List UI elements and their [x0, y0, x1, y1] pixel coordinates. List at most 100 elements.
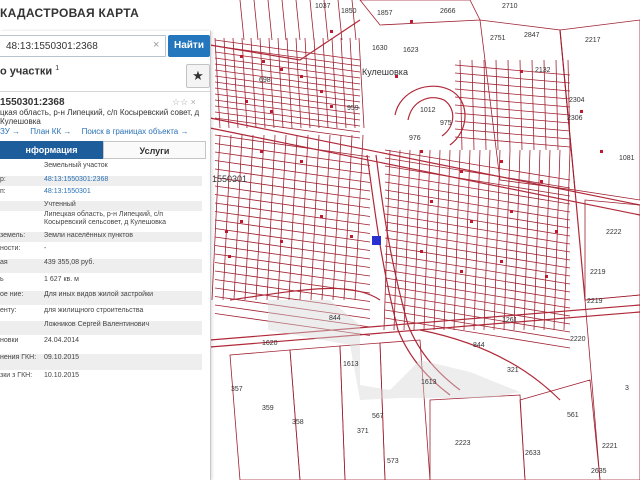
parcel-label: 358 [292, 419, 304, 426]
building-marker [300, 160, 303, 163]
attribute-value: 24.04.2014 [44, 337, 80, 344]
rating-close-icons[interactable]: ☆☆ × [172, 97, 196, 108]
attribute-key: нения ГКН: [0, 354, 37, 361]
attribute-value: 439 355,08 руб. [44, 259, 95, 266]
parcel-label: 2635 [591, 468, 607, 475]
attribute-row: Земельный участок [0, 162, 202, 172]
building-marker [540, 180, 543, 183]
parcel-label: 371 [357, 428, 369, 435]
building-marker [330, 105, 333, 108]
parcel-label: 567 [372, 413, 384, 420]
building-marker [410, 20, 413, 23]
link-zu[interactable]: ЗУ → [0, 127, 20, 136]
tab-services[interactable]: Услуги [103, 141, 206, 159]
parcel-links: ЗУ → План КК → Поиск в границах объекта … [0, 127, 196, 136]
building-marker [600, 150, 603, 153]
attribute-row: ь 1 627 кв. м [0, 276, 202, 290]
link-plan-kk[interactable]: План КК → [30, 127, 71, 136]
building-marker [240, 220, 243, 223]
attribute-row: ности: - [0, 245, 202, 255]
parcel-label: 2219 [590, 269, 606, 276]
parcel-label: 2666 [440, 8, 456, 15]
building-marker [510, 210, 513, 213]
parcel-label: 1850 [341, 8, 357, 15]
parcel-label: 2304 [569, 97, 585, 104]
parcel-label: 359 [262, 405, 274, 412]
section-title: о участки [0, 65, 53, 78]
link-search-in-bounds[interactable]: Поиск в границах объекта → [82, 127, 189, 136]
search-input[interactable]: 48:13:1550301:2368 [0, 35, 166, 57]
attribute-value: - [44, 245, 47, 252]
favorite-star-icon[interactable]: ★ [186, 64, 210, 88]
attribute-row: нения ГКН: 09.10.2015 [0, 354, 202, 370]
parcel-label: 975 [440, 120, 452, 127]
building-marker [350, 235, 353, 238]
parcel-label: 1613 [421, 379, 437, 386]
attribute-link[interactable]: 48:13:1550301 [44, 188, 196, 196]
attribute-row: Ложников Сергей Валентинович [0, 321, 202, 335]
parcel-label: 1630 [372, 45, 388, 52]
attribute-row: Липецкая область, р-н Липецкий, с/п Косы… [0, 211, 202, 231]
building-marker [555, 230, 558, 233]
building-marker [420, 250, 423, 253]
building-marker [500, 160, 503, 163]
building-marker [260, 150, 263, 153]
parcel-label: 3 [625, 385, 629, 392]
info-panel: 48:13:1550301:2368 × Найти о участки 1 ★… [0, 31, 211, 480]
attribute-row: Учтенный [0, 201, 202, 211]
attribute-key: ое ние: [0, 291, 24, 298]
building-marker [420, 150, 423, 153]
attribute-key: п: [0, 188, 6, 195]
parcel-label: 2221 [602, 443, 618, 450]
selected-parcel-marker[interactable] [372, 236, 381, 245]
attribute-value: 09.10.2015 [44, 354, 80, 361]
building-marker [545, 275, 548, 278]
parcel-label: 2751 [490, 35, 506, 42]
attribute-row: ая 439 355,08 руб. [0, 259, 202, 273]
locality-label: Кулешовка [362, 67, 408, 77]
building-marker [500, 260, 503, 263]
attribute-key: енту: [0, 307, 17, 314]
attribute-value: Учтенный [44, 201, 76, 208]
building-marker [320, 215, 323, 218]
parcel-label: 698 [259, 77, 271, 84]
parcel-label: 321 [507, 367, 519, 374]
building-marker [460, 170, 463, 173]
parcel-label: 2847 [524, 32, 540, 39]
attribute-value: Липецкая область, р-н Липецкий, с/п Косы… [44, 211, 167, 226]
parcel-label: 573 [387, 458, 399, 465]
parcel-cad-number[interactable]: 1550301:2368 [0, 97, 65, 108]
attribute-row: енту: для жилищного строительства [0, 307, 202, 317]
parcel-label: 1081 [619, 155, 635, 162]
parcel-label: 1012 [420, 107, 436, 114]
attribute-value: для жилищного строительства [44, 307, 144, 314]
building-marker [262, 60, 265, 63]
parcel-label: 959 [347, 105, 359, 112]
attribute-value: Ложников Сергей Валентинович [44, 321, 150, 328]
parcel-label: 2633 [525, 450, 541, 457]
attribute-row: новки 24.04.2014 [0, 337, 202, 351]
parcel-label: 1037 [315, 3, 331, 10]
attribute-key: ь [0, 276, 4, 283]
attribute-row: р: 48:13:1550301:2368 [0, 176, 202, 186]
section-count: 1 [55, 65, 60, 72]
building-marker [280, 240, 283, 243]
building-marker [330, 30, 333, 33]
attribute-link[interactable]: 48:13:1550301:2368 [44, 176, 196, 184]
quarter-label: 1550301 [212, 174, 247, 184]
search-button[interactable]: Найти [168, 35, 210, 57]
clear-icon[interactable]: × [153, 39, 159, 51]
map-title: КАДАСТРОВАЯ КАРТА [0, 6, 140, 20]
building-marker [225, 230, 228, 233]
parcel-label: 1261 [502, 317, 518, 324]
parcel-label: 1857 [377, 10, 393, 17]
attribute-key: новки [0, 337, 19, 344]
parcel-label: 1620 [262, 340, 278, 347]
building-marker [430, 200, 433, 203]
parcel-label: 976 [409, 135, 421, 142]
parcel-label: 2306 [567, 115, 583, 122]
attribute-key: ая [0, 259, 8, 266]
tab-information[interactable]: нформация [0, 141, 103, 159]
parcel-label: 2710 [502, 3, 518, 10]
parcel-label: 2222 [606, 229, 622, 236]
